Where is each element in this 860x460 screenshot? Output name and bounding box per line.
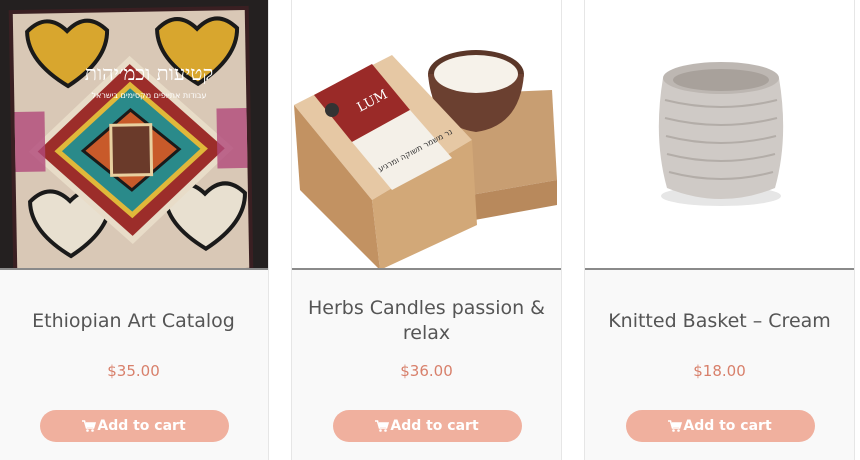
add-to-cart-label: Add to cart xyxy=(97,418,186,434)
product-price: $18.00 xyxy=(693,362,746,380)
product-card-ethiopian-art-catalog: קטיעות וכמ׳יהות עבודות אתיופים מקסימים ב… xyxy=(0,0,269,460)
add-to-cart-label: Add to cart xyxy=(390,418,479,434)
book-cover-image: קטיעות וכמ׳יהות עבודות אתיופים מקסימים ב… xyxy=(0,0,268,268)
product-price: $36.00 xyxy=(400,362,453,380)
product-price: $35.00 xyxy=(107,362,160,380)
product-card-knitted-basket: Knitted Basket – Cream $18.00 Add to car… xyxy=(584,0,855,460)
cover-title: קטיעות וכמ׳יהות xyxy=(85,61,213,85)
product-title[interactable]: Ethiopian Art Catalog xyxy=(9,309,258,334)
product-title[interactable]: Herbs Candles passion & relax xyxy=(302,296,551,346)
cover-subtitle: עבודות אתיופים מקסימים בישראל xyxy=(91,91,206,100)
product-title[interactable]: Knitted Basket – Cream xyxy=(595,309,844,334)
product-image[interactable]: LUM נר משמר תשוקה ומרגיע xyxy=(292,0,561,270)
add-to-cart-button[interactable]: Add to cart xyxy=(625,410,815,442)
candle-box-image: LUM נר משמר תשוקה ומרגיע xyxy=(292,0,561,268)
shopping-cart-icon xyxy=(82,420,97,432)
add-to-cart-label: Add to cart xyxy=(683,418,772,434)
knitted-basket-image xyxy=(585,0,854,268)
product-image[interactable] xyxy=(585,0,854,270)
add-to-cart-button[interactable]: Add to cart xyxy=(332,410,522,442)
product-card-herbs-candles: LUM נר משמר תשוקה ומרגיע Herbs Candles p… xyxy=(291,0,562,460)
shopping-cart-icon xyxy=(375,420,390,432)
product-image[interactable]: קטיעות וכמ׳יהות עבודות אתיופים מקסימים ב… xyxy=(0,0,268,270)
shopping-cart-icon xyxy=(668,420,683,432)
add-to-cart-button[interactable]: Add to cart xyxy=(39,410,229,442)
